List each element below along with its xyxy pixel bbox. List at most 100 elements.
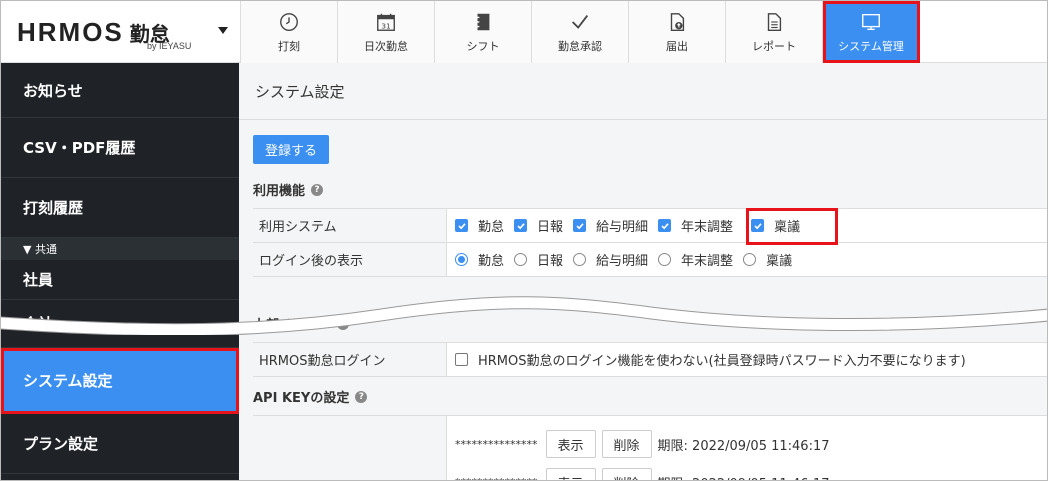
nav-label: 届出 bbox=[666, 39, 688, 53]
radio-icon[interactable] bbox=[658, 253, 672, 266]
checkbox-checked-icon[interactable] bbox=[455, 219, 468, 232]
radio-kintai[interactable]: 勤怠 bbox=[455, 250, 504, 269]
login-option-text: HRMOS勤怠のログイン機能を使わない(社員登録時パスワード入力不要になります) bbox=[478, 354, 966, 369]
register-button[interactable]: 登録する bbox=[253, 135, 329, 164]
api-section-title: API KEYの設定 ? bbox=[253, 387, 368, 406]
radio-selected-icon[interactable] bbox=[455, 253, 468, 266]
radio-year-end[interactable]: 年末調整 bbox=[658, 250, 733, 269]
checkbox-icon[interactable] bbox=[455, 353, 468, 366]
main-content: システム設定 登録する 利用機能 ? 利用システム 勤怠 日報 給与明細 年末調… bbox=[239, 63, 1047, 481]
nav-attendance-approval[interactable]: 勤怠承認 bbox=[532, 1, 629, 63]
top-header: HRMOS 勤怠 by IEYASU 打刻 31 日次勤怠 シフト 勤怠承認 届… bbox=[1, 1, 1047, 63]
report-icon bbox=[767, 12, 782, 31]
nav-daily-attendance[interactable]: 31 日次勤怠 bbox=[338, 1, 435, 63]
radio-nippo[interactable]: 日報 bbox=[514, 250, 563, 269]
features-section-title: 利用機能 ? bbox=[253, 180, 324, 199]
sidebar-item-notices[interactable]: お知らせ bbox=[1, 63, 239, 118]
option-nippo[interactable]: 日報 bbox=[514, 216, 563, 235]
sidebar-item-employees[interactable]: 社員 bbox=[1, 260, 239, 300]
caret-down-icon[interactable] bbox=[218, 27, 228, 34]
nav-shift[interactable]: シフト bbox=[435, 1, 532, 63]
nav-label: 打刻 bbox=[278, 39, 300, 53]
checkmark-icon bbox=[572, 14, 589, 29]
page-title: システム設定 bbox=[239, 63, 1047, 120]
document-upload-icon bbox=[670, 12, 685, 31]
table-row: HRMOS勤怠ログイン HRMOS勤怠のログイン機能を使わない(社員登録時パスワ… bbox=[253, 343, 1047, 377]
masked-key: *************** bbox=[455, 437, 538, 451]
option-label: 給与明細 bbox=[596, 220, 649, 235]
nav-system-admin[interactable]: システム管理 bbox=[823, 1, 920, 63]
row-label: 利用システム bbox=[253, 209, 447, 242]
sidebar-item-csv-pdf-history[interactable]: CSV・PDF履歴 bbox=[1, 118, 239, 178]
radio-icon[interactable] bbox=[514, 253, 528, 266]
api-key-row: *************** 表示 削除 期限: 2022/09/05 11:… bbox=[447, 465, 1047, 481]
notebook-icon bbox=[476, 13, 490, 30]
nav-label: レポート bbox=[752, 39, 796, 53]
main-nav: 打刻 31 日次勤怠 シフト 勤怠承認 届出 レポート システム管理 bbox=[241, 1, 920, 63]
features-table: 利用システム 勤怠 日報 給与明細 年末調整 稟議 ログイン後の表示 勤怠 日報… bbox=[253, 208, 1047, 277]
api-table: *************** 表示 削除 期限: 2022/09/05 11:… bbox=[253, 415, 1047, 481]
sidebar: お知らせ CSV・PDF履歴 打刻履歴 ▼ 共通 社員 会社 システム設定 プラ… bbox=[1, 63, 239, 480]
after-login-options: 勤怠 日報 給与明細 年末調整 稟議 bbox=[447, 243, 1047, 276]
nav-report[interactable]: レポート bbox=[726, 1, 823, 63]
option-label: 日報 bbox=[537, 220, 564, 235]
nav-label: 勤怠承認 bbox=[558, 39, 602, 53]
sidebar-item-system-settings[interactable]: システム設定 bbox=[1, 348, 239, 414]
masked-key: *************** bbox=[455, 476, 538, 481]
radio-icon[interactable] bbox=[573, 253, 587, 266]
option-label: 勤怠 bbox=[478, 254, 505, 269]
option-label: 勤怠 bbox=[478, 220, 505, 235]
key-expiry: 期限: 2022/09/05 11:46:17 bbox=[658, 473, 830, 481]
calendar-icon: 31 bbox=[377, 13, 395, 31]
nav-label: シフト bbox=[466, 39, 500, 53]
radio-ringi[interactable]: 稟議 bbox=[743, 250, 792, 269]
login-table: HRMOS勤怠ログイン HRMOS勤怠のログイン機能を使わない(社員登録時パスワ… bbox=[253, 342, 1047, 377]
delete-key-button[interactable]: 削除 bbox=[601, 430, 652, 458]
nav-punch[interactable]: 打刻 bbox=[241, 1, 338, 63]
help-icon[interactable]: ? bbox=[337, 317, 350, 330]
api-title-text: API KEYの設定 bbox=[253, 391, 350, 406]
sidebar-item-plan-settings[interactable]: プラン設定 bbox=[1, 414, 239, 474]
checkbox-checked-icon[interactable] bbox=[658, 219, 672, 232]
option-payslip[interactable]: 給与明細 bbox=[573, 216, 648, 235]
nav-label: 日次勤怠 bbox=[364, 39, 408, 53]
nav-label: システム管理 bbox=[838, 39, 904, 53]
sidebar-item-punch-history[interactable]: 打刻履歴 bbox=[1, 178, 239, 238]
option-label: 年末調整 bbox=[681, 254, 734, 269]
api-keys: *************** 表示 削除 期限: 2022/09/05 11:… bbox=[447, 416, 1047, 481]
show-key-button[interactable]: 表示 bbox=[545, 430, 596, 458]
row-label bbox=[253, 416, 447, 480]
delete-key-button[interactable]: 削除 bbox=[601, 468, 652, 480]
ringi-highlight bbox=[746, 208, 838, 245]
option-label: 年末調整 bbox=[681, 220, 734, 235]
logo-switcher[interactable]: HRMOS 勤怠 by IEYASU bbox=[1, 1, 241, 63]
show-key-button[interactable]: 表示 bbox=[545, 468, 596, 480]
sidebar-section-common[interactable]: ▼ 共通 bbox=[1, 238, 239, 260]
login-option[interactable]: HRMOS勤怠のログイン機能を使わない(社員登録時パスワード入力不要になります) bbox=[447, 343, 1047, 376]
table-row: *************** 表示 削除 期限: 2022/09/05 11:… bbox=[253, 416, 1047, 481]
help-icon[interactable]: ? bbox=[311, 183, 324, 196]
top-menu-title-text: 上部メニュー bbox=[253, 318, 332, 333]
monitor-icon bbox=[862, 13, 880, 30]
nav-requests[interactable]: 届出 bbox=[629, 1, 726, 63]
api-key-row: *************** 表示 削除 期限: 2022/09/05 11:… bbox=[447, 427, 1047, 461]
svg-text:31: 31 bbox=[381, 21, 390, 30]
help-icon[interactable]: ? bbox=[355, 390, 368, 403]
sidebar-item-company[interactable]: 会社 bbox=[1, 300, 239, 348]
option-year-end[interactable]: 年末調整 bbox=[658, 216, 733, 235]
features-title-text: 利用機能 bbox=[253, 184, 306, 199]
option-label: 給与明細 bbox=[596, 254, 649, 269]
radio-payslip[interactable]: 給与明細 bbox=[573, 250, 648, 269]
logo: HRMOS bbox=[17, 16, 124, 47]
option-kintai[interactable]: 勤怠 bbox=[455, 216, 504, 235]
option-label: 日報 bbox=[537, 254, 564, 269]
radio-icon[interactable] bbox=[743, 253, 757, 266]
option-label: 稟議 bbox=[766, 254, 793, 269]
clock-icon bbox=[280, 12, 298, 31]
app-frame: HRMOS 勤怠 by IEYASU 打刻 31 日次勤怠 シフト 勤怠承認 届… bbox=[0, 0, 1048, 481]
table-row: ログイン後の表示 勤怠 日報 給与明細 年末調整 稟議 bbox=[253, 243, 1047, 277]
checkbox-checked-icon[interactable] bbox=[573, 219, 587, 232]
key-expiry: 期限: 2022/09/05 11:46:17 bbox=[657, 438, 830, 454]
checkbox-checked-icon[interactable] bbox=[514, 219, 528, 232]
logo-sub: by IEYASU bbox=[147, 41, 192, 51]
